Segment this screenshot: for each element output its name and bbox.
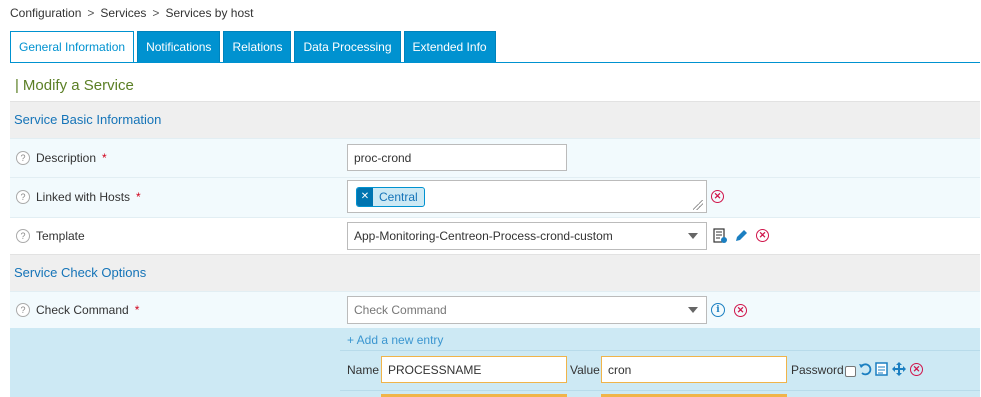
- section-basic-information: Service Basic Information: [10, 101, 980, 138]
- template-select-value: App-Monitoring-Centreon-Process-crond-cu…: [354, 229, 613, 243]
- description-label: ? Description *: [16, 151, 107, 165]
- tab-data-processing[interactable]: Data Processing: [294, 31, 401, 62]
- check-command-select[interactable]: Check Command: [347, 296, 707, 324]
- template-label-text: Template: [36, 229, 85, 243]
- check-command-row: ? Check Command * Check Command i ✕: [10, 291, 980, 328]
- macro-value-label: Value: [570, 363, 600, 377]
- host-tag: ✕ Central: [356, 186, 425, 207]
- required-marker: *: [134, 303, 140, 317]
- chevron-down-icon: [688, 233, 698, 239]
- help-icon[interactable]: ?: [16, 303, 30, 317]
- breadcrumb-separator: >: [152, 6, 160, 20]
- description-icon[interactable]: [875, 362, 888, 376]
- macro-password-label: Password: [791, 363, 844, 377]
- tab-extended-info[interactable]: Extended Info: [403, 31, 496, 62]
- check-command-label-text: Check Command: [36, 303, 129, 317]
- help-icon[interactable]: ?: [16, 190, 30, 204]
- help-icon[interactable]: ?: [16, 151, 30, 165]
- linked-hosts-row: ? Linked with Hosts * ✕ Central ✕: [10, 177, 980, 217]
- check-command-label: ? Check Command *: [16, 303, 139, 317]
- move-icon[interactable]: [892, 362, 906, 376]
- chevron-down-icon: [688, 307, 698, 313]
- password-checkbox[interactable]: [845, 366, 856, 377]
- linked-hosts-label-text: Linked with Hosts: [36, 190, 131, 204]
- required-marker: *: [136, 190, 141, 204]
- section-title: Service Basic Information: [14, 112, 162, 127]
- template-label: ? Template: [16, 229, 85, 243]
- delete-icon[interactable]: ✕: [711, 190, 724, 203]
- host-tag-label: Central: [379, 189, 418, 204]
- template-select[interactable]: App-Monitoring-Centreon-Process-crond-cu…: [347, 222, 707, 250]
- description-label-text: Description: [36, 151, 97, 165]
- description-row: ? Description * proc-crond: [10, 138, 980, 177]
- template-row: ? Template App-Monitoring-Centreon-Proce…: [10, 217, 980, 254]
- reset-icon[interactable]: [858, 362, 872, 376]
- remove-tag-icon[interactable]: ✕: [357, 187, 373, 206]
- linked-hosts-multiselect[interactable]: ✕ Central: [347, 180, 707, 213]
- tab-notifications[interactable]: Notifications: [137, 31, 221, 62]
- breadcrumb-separator: >: [87, 6, 95, 20]
- title-bar: |: [15, 77, 19, 94]
- macro-name-label: Name: [347, 363, 380, 377]
- required-marker: *: [102, 151, 107, 165]
- resize-handle-icon[interactable]: [693, 200, 703, 210]
- tab-relations[interactable]: Relations: [223, 31, 292, 62]
- tab-bar: General Information Notifications Relati…: [10, 31, 496, 63]
- delete-icon[interactable]: ✕: [734, 304, 747, 317]
- breadcrumb-item-configuration[interactable]: Configuration: [10, 6, 81, 20]
- macros-panel: + Add a new entry Name PROCESSNAME Value…: [10, 328, 980, 397]
- page-title-text: Modify a Service: [22, 77, 134, 94]
- delete-icon[interactable]: ✕: [756, 229, 769, 242]
- divider: [340, 390, 980, 391]
- linked-hosts-label: ? Linked with Hosts *: [16, 190, 141, 204]
- breadcrumb-item-services[interactable]: Services: [100, 6, 146, 20]
- page-title: | Modify a Service: [15, 77, 134, 94]
- check-command-placeholder: Check Command: [354, 303, 447, 317]
- breadcrumb-item-services-by-host[interactable]: Services by host: [165, 6, 253, 20]
- macro-name-input[interactable]: PROCESSNAME: [381, 356, 567, 383]
- tab-underline: [10, 62, 980, 63]
- add-new-entry-link[interactable]: + Add a new entry: [347, 333, 443, 347]
- delete-icon[interactable]: ✕: [910, 363, 923, 376]
- breadcrumb: Configuration > Services > Services by host: [10, 6, 253, 20]
- template-details-icon[interactable]: [712, 228, 728, 244]
- tab-general-information[interactable]: General Information: [10, 31, 135, 63]
- help-icon[interactable]: ?: [16, 229, 30, 243]
- description-input[interactable]: proc-crond: [347, 144, 567, 171]
- info-icon[interactable]: i: [711, 303, 725, 317]
- section-check-options: Service Check Options: [10, 254, 980, 291]
- divider: [340, 350, 980, 351]
- macro-value-input[interactable]: cron: [601, 356, 787, 383]
- edit-icon[interactable]: [734, 228, 749, 243]
- section-title: Service Check Options: [14, 265, 147, 280]
